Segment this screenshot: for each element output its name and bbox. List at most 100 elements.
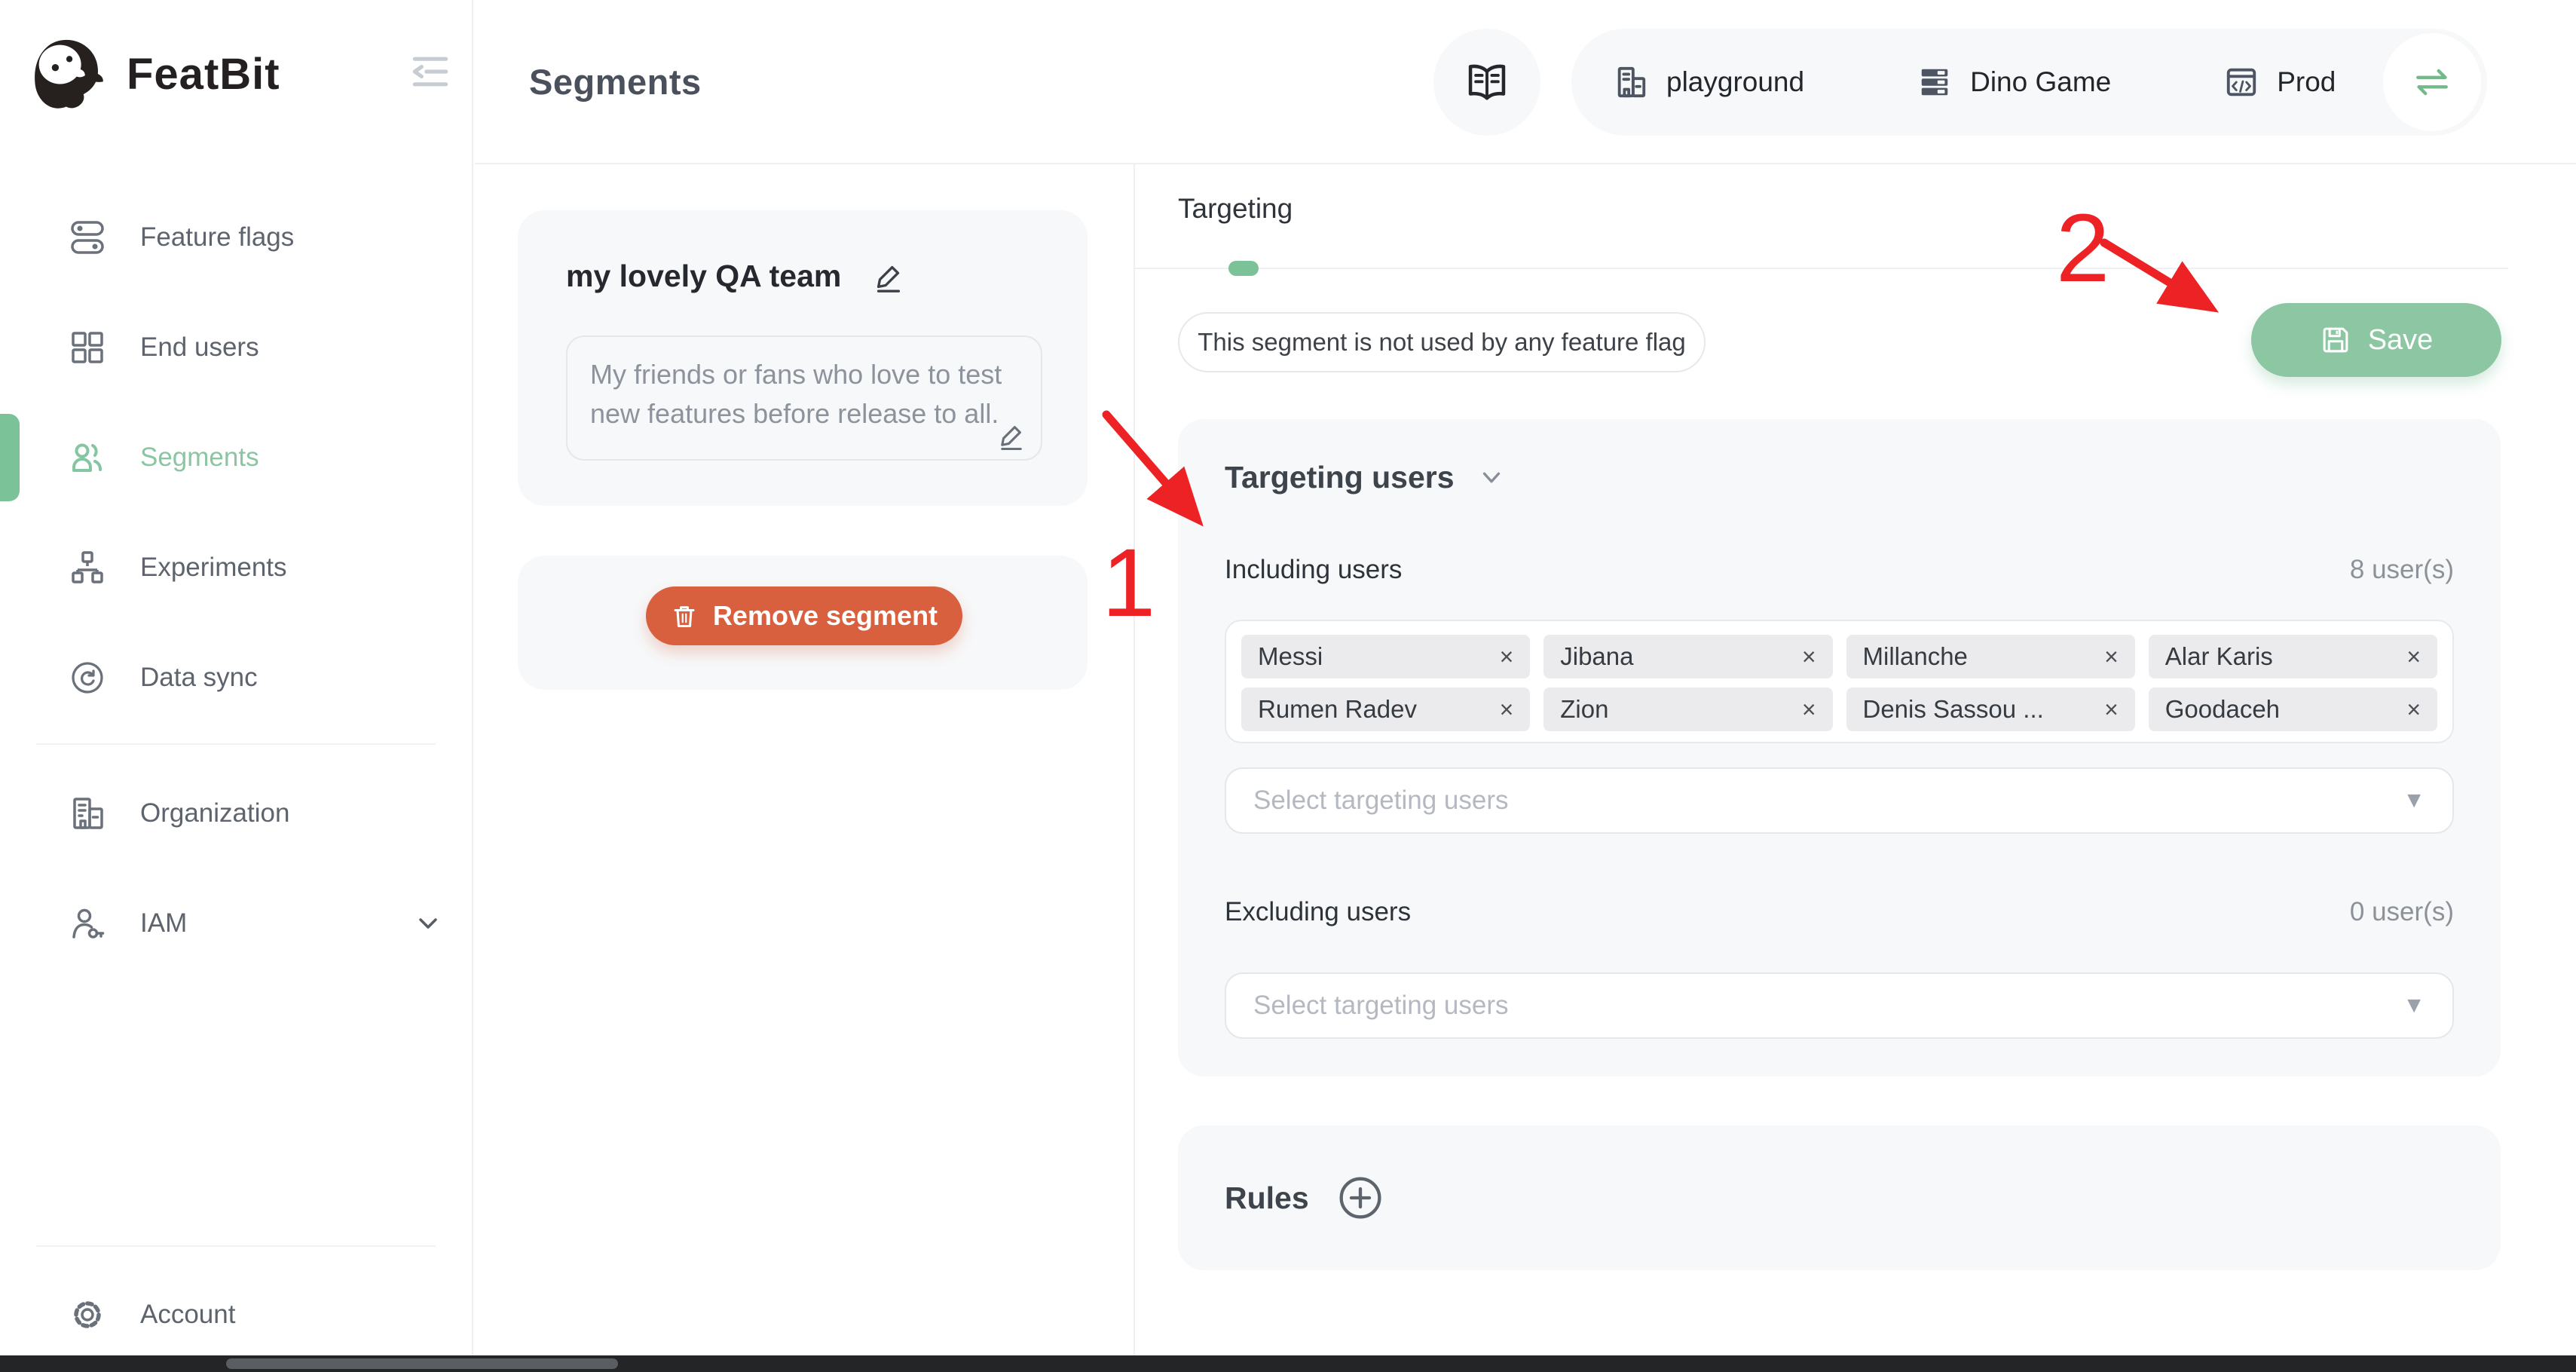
user-chip-label: Denis Sassou ... xyxy=(1863,695,2044,724)
user-chip-label: Zion xyxy=(1560,695,1608,724)
top-bar: Segments playground xyxy=(475,0,2576,164)
featbit-whale-icon xyxy=(29,32,107,116)
code-window-icon xyxy=(2224,65,2259,100)
user-chip-label: Alar Karis xyxy=(2165,642,2273,671)
remove-chip-icon[interactable]: × xyxy=(2092,643,2119,671)
featbit-app-window: FeatBit Feature flags End users xyxy=(0,0,2576,1372)
segment-actions-card: Remove segment xyxy=(518,556,1088,690)
sidebar-item-label: Segments xyxy=(140,443,259,473)
user-chip-label: Millanche xyxy=(1863,642,1968,671)
sidebar-item-experiments[interactable]: Experiments xyxy=(0,513,473,623)
caret-down-icon: ▼ xyxy=(2403,788,2425,813)
targeting-users-panel: Targeting users Including users 8 user(s… xyxy=(1178,419,2501,1076)
sidebar-secondary-nav: Organization IAM xyxy=(0,758,473,978)
toggles-icon xyxy=(69,219,106,256)
including-users-label: Including users xyxy=(1225,555,1402,585)
floppy-save-icon xyxy=(2320,324,2351,356)
brand-logo[interactable]: FeatBit xyxy=(29,32,280,116)
sidebar-divider xyxy=(36,743,436,745)
workspace-selector[interactable]: Dino Game xyxy=(1917,65,2111,100)
remove-chip-icon[interactable]: × xyxy=(1488,696,1514,724)
brand-name: FeatBit xyxy=(127,49,280,100)
sidebar: FeatBit Feature flags End users xyxy=(0,0,473,1355)
including-users-chips: Messi × Jibana × Millanche × Alar Karis × Ru… xyxy=(1225,620,2454,743)
user-chip-label: Jibana xyxy=(1560,642,1633,671)
targeting-tab-indicator xyxy=(1228,261,1259,276)
select-placeholder: Select targeting users xyxy=(1253,786,1509,816)
project-selector[interactable]: playground xyxy=(1614,65,1804,100)
user-key-icon xyxy=(69,905,106,942)
user-chip: Messi × xyxy=(1241,635,1530,678)
sidebar-item-label: Organization xyxy=(140,798,289,828)
sync-icon xyxy=(69,660,106,696)
sidebar-item-label: Feature flags xyxy=(140,222,294,253)
workspace-name: Dino Game xyxy=(1970,66,2111,98)
excluding-users-count: 0 user(s) xyxy=(2350,897,2454,927)
page-title: Segments xyxy=(529,0,702,163)
segment-info-card: my lovely QA team My friends or fans who… xyxy=(518,210,1088,506)
sidebar-item-feature-flags[interactable]: Feature flags xyxy=(0,182,473,292)
horizontal-scrollbar-thumb[interactable] xyxy=(226,1358,618,1369)
user-group-icon xyxy=(69,439,106,476)
remove-chip-icon[interactable]: × xyxy=(1488,643,1514,671)
sidebar-item-account[interactable]: Account xyxy=(0,1260,473,1370)
documentation-button[interactable] xyxy=(1433,29,1540,136)
sidebar-collapse-icon[interactable] xyxy=(407,48,454,95)
horizontal-scrollbar xyxy=(0,1355,2576,1372)
user-chip: Denis Sassou ... × xyxy=(1846,688,2135,731)
including-users-select[interactable]: Select targeting users ▼ xyxy=(1225,767,2454,834)
remove-chip-icon[interactable]: × xyxy=(1790,643,1816,671)
chevron-down-icon xyxy=(413,908,443,938)
grid-icon xyxy=(69,329,106,366)
remove-segment-button[interactable]: Remove segment xyxy=(646,586,962,645)
rules-panel: Rules xyxy=(1178,1125,2501,1270)
caret-down-icon: ▼ xyxy=(2403,993,2425,1018)
switch-environment-button[interactable] xyxy=(2383,33,2481,131)
active-nav-indicator xyxy=(0,414,20,501)
targeting-users-toggle[interactable]: Targeting users xyxy=(1225,460,1506,495)
save-button[interactable]: Save xyxy=(2251,303,2501,377)
user-chip: Jibana × xyxy=(1543,635,1832,678)
remove-chip-icon[interactable]: × xyxy=(2394,643,2421,671)
gear-icon xyxy=(69,1297,106,1333)
environment-selector[interactable]: Prod xyxy=(2224,65,2336,100)
sidebar-item-organization[interactable]: Organization xyxy=(0,758,473,868)
tab-targeting[interactable]: Targeting xyxy=(1178,193,1293,225)
segment-name: my lovely QA team xyxy=(566,259,841,294)
edit-description-icon[interactable] xyxy=(996,420,1027,452)
remove-chip-icon[interactable]: × xyxy=(2394,696,2421,724)
remove-segment-label: Remove segment xyxy=(713,600,938,632)
segment-usage-badge: This segment is not used by any feature … xyxy=(1178,312,1706,372)
tab-divider xyxy=(1135,268,2508,269)
sidebar-item-end-users[interactable]: End users xyxy=(0,292,473,403)
remove-chip-icon[interactable]: × xyxy=(1790,696,1816,724)
user-chip-label: Rumen Radev xyxy=(1258,695,1417,724)
swap-arrows-icon xyxy=(2409,60,2455,105)
excluding-users-label: Excluding users xyxy=(1225,897,1411,927)
sidebar-item-iam[interactable]: IAM xyxy=(0,868,473,978)
server-stack-icon xyxy=(1917,65,1952,100)
select-placeholder: Select targeting users xyxy=(1253,991,1509,1021)
edit-name-icon[interactable] xyxy=(871,259,906,294)
sidebar-item-label: IAM xyxy=(140,908,187,939)
add-rule-button[interactable] xyxy=(1336,1174,1384,1222)
sidebar-divider xyxy=(36,1245,436,1247)
excluding-users-select[interactable]: Select targeting users ▼ xyxy=(1225,972,2454,1039)
sidebar-item-label: Account xyxy=(140,1300,235,1330)
building-icon xyxy=(69,795,106,831)
book-icon xyxy=(1464,59,1510,106)
sidebar-item-segments[interactable]: Segments xyxy=(0,403,473,513)
sidebar-item-label: Experiments xyxy=(140,553,287,583)
project-name: playground xyxy=(1666,66,1804,98)
remove-chip-icon[interactable]: × xyxy=(2092,696,2119,724)
user-chip: Goodaceh× xyxy=(2149,688,2437,731)
user-chip-label: Messi xyxy=(1258,642,1323,671)
building-icon xyxy=(1614,65,1648,100)
sidebar-item-data-sync[interactable]: Data sync xyxy=(0,623,473,733)
column-divider xyxy=(1134,164,1135,1355)
segment-description-input[interactable]: My friends or fans who love to test new … xyxy=(566,335,1042,461)
user-chip: Rumen Radev × xyxy=(1241,688,1530,731)
rules-title: Rules xyxy=(1225,1181,1309,1216)
environment-name: Prod xyxy=(2277,66,2336,98)
trash-icon xyxy=(671,602,698,629)
